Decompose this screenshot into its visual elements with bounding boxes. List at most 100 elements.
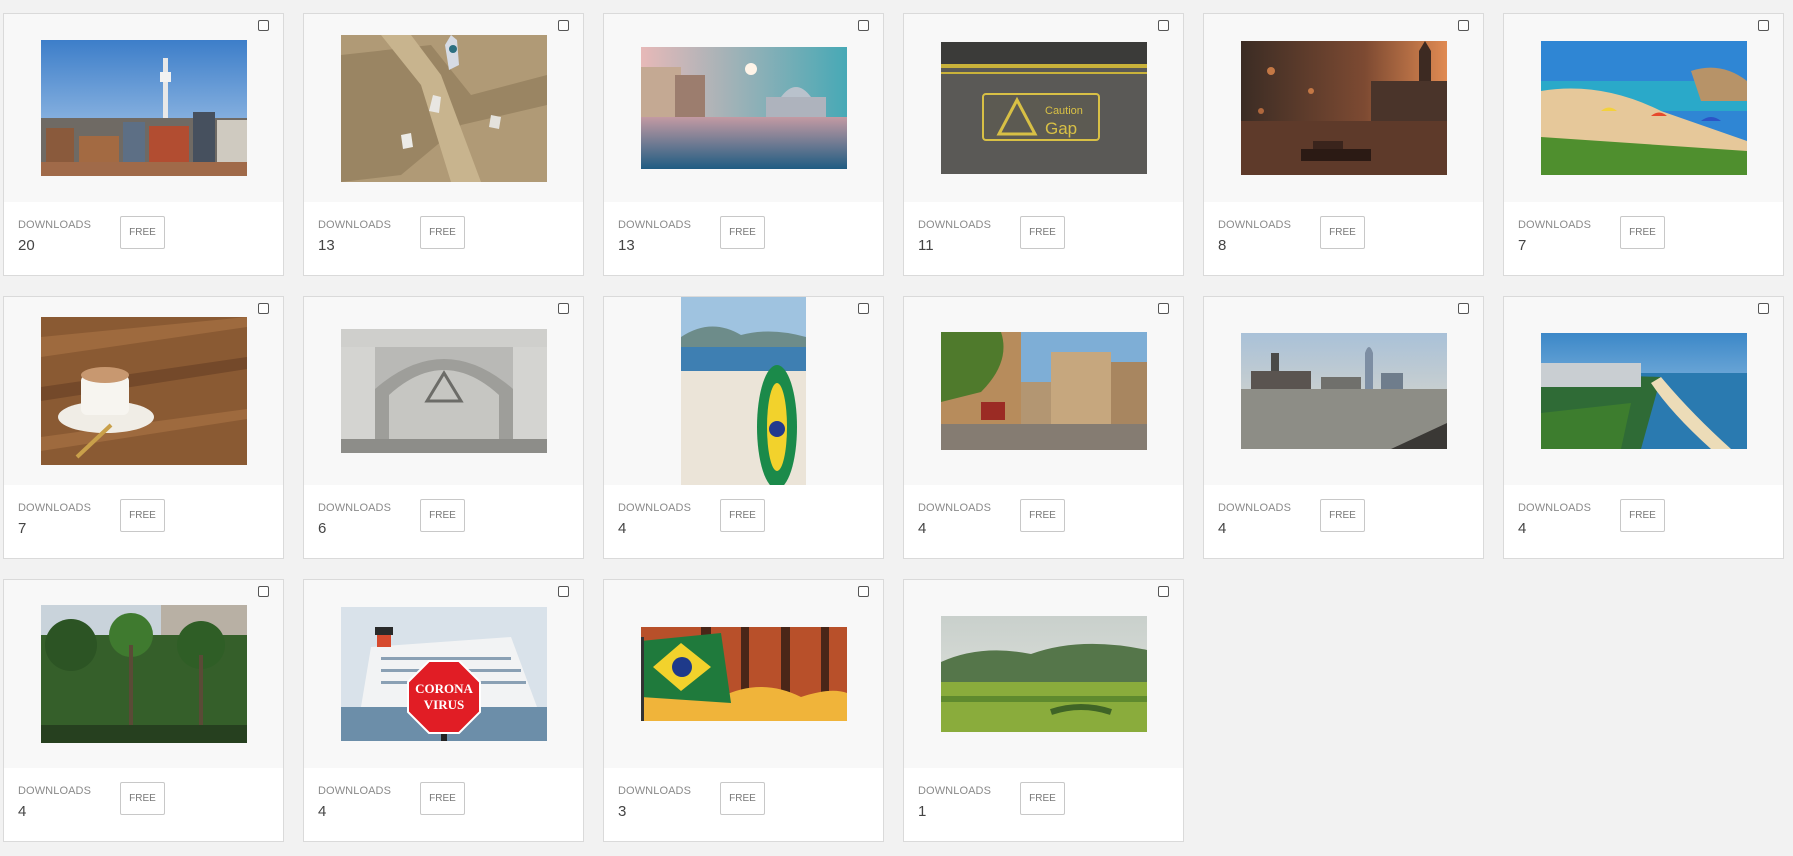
image-card[interactable]: DOWNLOADS 4 FREE (903, 296, 1184, 559)
downloads-label: DOWNLOADS (1518, 219, 1592, 231)
price-button[interactable]: FREE (1020, 499, 1065, 532)
downloads-label: DOWNLOADS (318, 219, 392, 231)
downloads-label: DOWNLOADS (1218, 502, 1292, 514)
thumbnail[interactable] (604, 297, 883, 485)
select-checkbox[interactable] (258, 20, 269, 31)
card-footer: DOWNLOADS 3 FREE (604, 768, 883, 841)
thumbnail[interactable] (304, 297, 583, 485)
downloads-label: DOWNLOADS (18, 219, 92, 231)
downloads-count: 11 (918, 237, 934, 254)
image-card[interactable]: DOWNLOADS 13 FREE (303, 13, 584, 276)
image-card[interactable]: DOWNLOADS 4 FREE (1503, 296, 1784, 559)
select-checkbox[interactable] (1758, 20, 1769, 31)
image-card[interactable]: DOWNLOADS 4 FREE (1203, 296, 1484, 559)
thumbnail[interactable] (1204, 297, 1483, 485)
image-card[interactable]: CORONA VIRUS DOWNLOADS 4 FREE (303, 579, 584, 842)
price-button[interactable]: FREE (720, 216, 765, 249)
select-checkbox[interactable] (1158, 303, 1169, 314)
cruise-ship-corona-virus-sign-photo: CORONA VIRUS (340, 607, 547, 741)
price-button[interactable]: FREE (720, 782, 765, 815)
old-town-street-photo (940, 332, 1147, 450)
thumbnail[interactable] (604, 580, 883, 768)
image-card[interactable]: DOWNLOADS 1 FREE (903, 579, 1184, 842)
downloads-label: DOWNLOADS (618, 785, 692, 797)
select-checkbox[interactable] (858, 586, 869, 597)
downloads-count: 4 (1518, 520, 1527, 537)
thumbnail[interactable] (1204, 14, 1483, 202)
price-button[interactable]: FREE (420, 216, 465, 249)
stone-wall-notes-photo (340, 34, 547, 182)
coastal-city-bay-photo (1540, 333, 1747, 449)
flag-forest-fire-photo (640, 627, 847, 721)
thumbnail[interactable]: Caution Gap (904, 14, 1183, 202)
price-button[interactable]: FREE (120, 499, 165, 532)
image-card[interactable]: DOWNLOADS 13 FREE (603, 13, 884, 276)
select-checkbox[interactable] (1158, 586, 1169, 597)
thumbnail[interactable]: CORONA VIRUS (304, 580, 583, 768)
select-checkbox[interactable] (1458, 303, 1469, 314)
select-checkbox[interactable] (558, 586, 569, 597)
price-button[interactable]: FREE (1620, 499, 1665, 532)
card-footer: DOWNLOADS 4 FREE (4, 768, 283, 841)
card-footer: DOWNLOADS 7 FREE (1504, 202, 1783, 275)
select-checkbox[interactable] (858, 20, 869, 31)
price-button[interactable]: FREE (420, 499, 465, 532)
thumbnail[interactable] (904, 297, 1183, 485)
thumbnail[interactable] (904, 580, 1183, 768)
downloads-count: 4 (318, 803, 327, 820)
carved-stone-doorway-photo (340, 329, 547, 453)
price-button[interactable]: FREE (1020, 782, 1065, 815)
downloads-label: DOWNLOADS (918, 785, 992, 797)
downloads-count: 1 (918, 803, 927, 820)
price-button[interactable]: FREE (120, 216, 165, 249)
card-footer: DOWNLOADS 8 FREE (1204, 202, 1483, 275)
downloads-count: 20 (18, 237, 35, 254)
price-button[interactable]: FREE (1020, 216, 1065, 249)
image-card[interactable]: DOWNLOADS 7 FREE (1503, 13, 1784, 276)
select-checkbox[interactable] (558, 303, 569, 314)
select-checkbox[interactable] (558, 20, 569, 31)
city-skyline-tower-photo (40, 40, 247, 176)
thumbnail[interactable] (1504, 14, 1783, 202)
thumbnail[interactable] (1504, 297, 1783, 485)
thumbnail[interactable] (304, 14, 583, 202)
image-card[interactable]: DOWNLOADS 20 FREE (3, 13, 284, 276)
price-button[interactable]: FREE (1320, 216, 1365, 249)
image-card[interactable]: DOWNLOADS 6 FREE (303, 296, 584, 559)
card-footer: DOWNLOADS 11 FREE (904, 202, 1183, 275)
card-footer: DOWNLOADS 6 FREE (304, 485, 583, 558)
price-button[interactable]: FREE (720, 499, 765, 532)
river-city-skyline-photo (1240, 333, 1447, 449)
image-card[interactable]: DOWNLOADS 4 FREE (3, 579, 284, 842)
price-button[interactable]: FREE (420, 782, 465, 815)
select-checkbox[interactable] (258, 303, 269, 314)
price-button[interactable]: FREE (120, 782, 165, 815)
image-card[interactable]: DOWNLOADS 3 FREE (603, 579, 884, 842)
thumbnail[interactable] (4, 297, 283, 485)
card-footer: DOWNLOADS 20 FREE (4, 202, 283, 275)
card-footer: DOWNLOADS 4 FREE (304, 768, 583, 841)
select-checkbox[interactable] (858, 303, 869, 314)
downloads-label: DOWNLOADS (618, 219, 692, 231)
image-card[interactable]: Caution Gap DOWNLOADS 11 FREE (903, 13, 1184, 276)
price-button[interactable]: FREE (1320, 499, 1365, 532)
card-footer: DOWNLOADS 4 FREE (604, 485, 883, 558)
thumbnail[interactable] (4, 14, 283, 202)
card-footer: DOWNLOADS 4 FREE (1204, 485, 1483, 558)
card-footer: DOWNLOADS 1 FREE (904, 768, 1183, 841)
select-checkbox[interactable] (258, 586, 269, 597)
image-card[interactable]: DOWNLOADS 8 FREE (1203, 13, 1484, 276)
select-checkbox[interactable] (1158, 20, 1169, 31)
thumbnail[interactable] (4, 580, 283, 768)
select-checkbox[interactable] (1458, 20, 1469, 31)
image-card[interactable]: DOWNLOADS 4 FREE (603, 296, 884, 559)
downloads-count: 3 (618, 803, 627, 820)
price-button[interactable]: FREE (1620, 216, 1665, 249)
downloads-count: 4 (918, 520, 927, 537)
thumbnail[interactable] (604, 14, 883, 202)
image-card[interactable]: DOWNLOADS 7 FREE (3, 296, 284, 559)
downloads-label: DOWNLOADS (1218, 219, 1292, 231)
select-checkbox[interactable] (1758, 303, 1769, 314)
downloads-count: 4 (618, 520, 627, 537)
card-footer: DOWNLOADS 13 FREE (604, 202, 883, 275)
